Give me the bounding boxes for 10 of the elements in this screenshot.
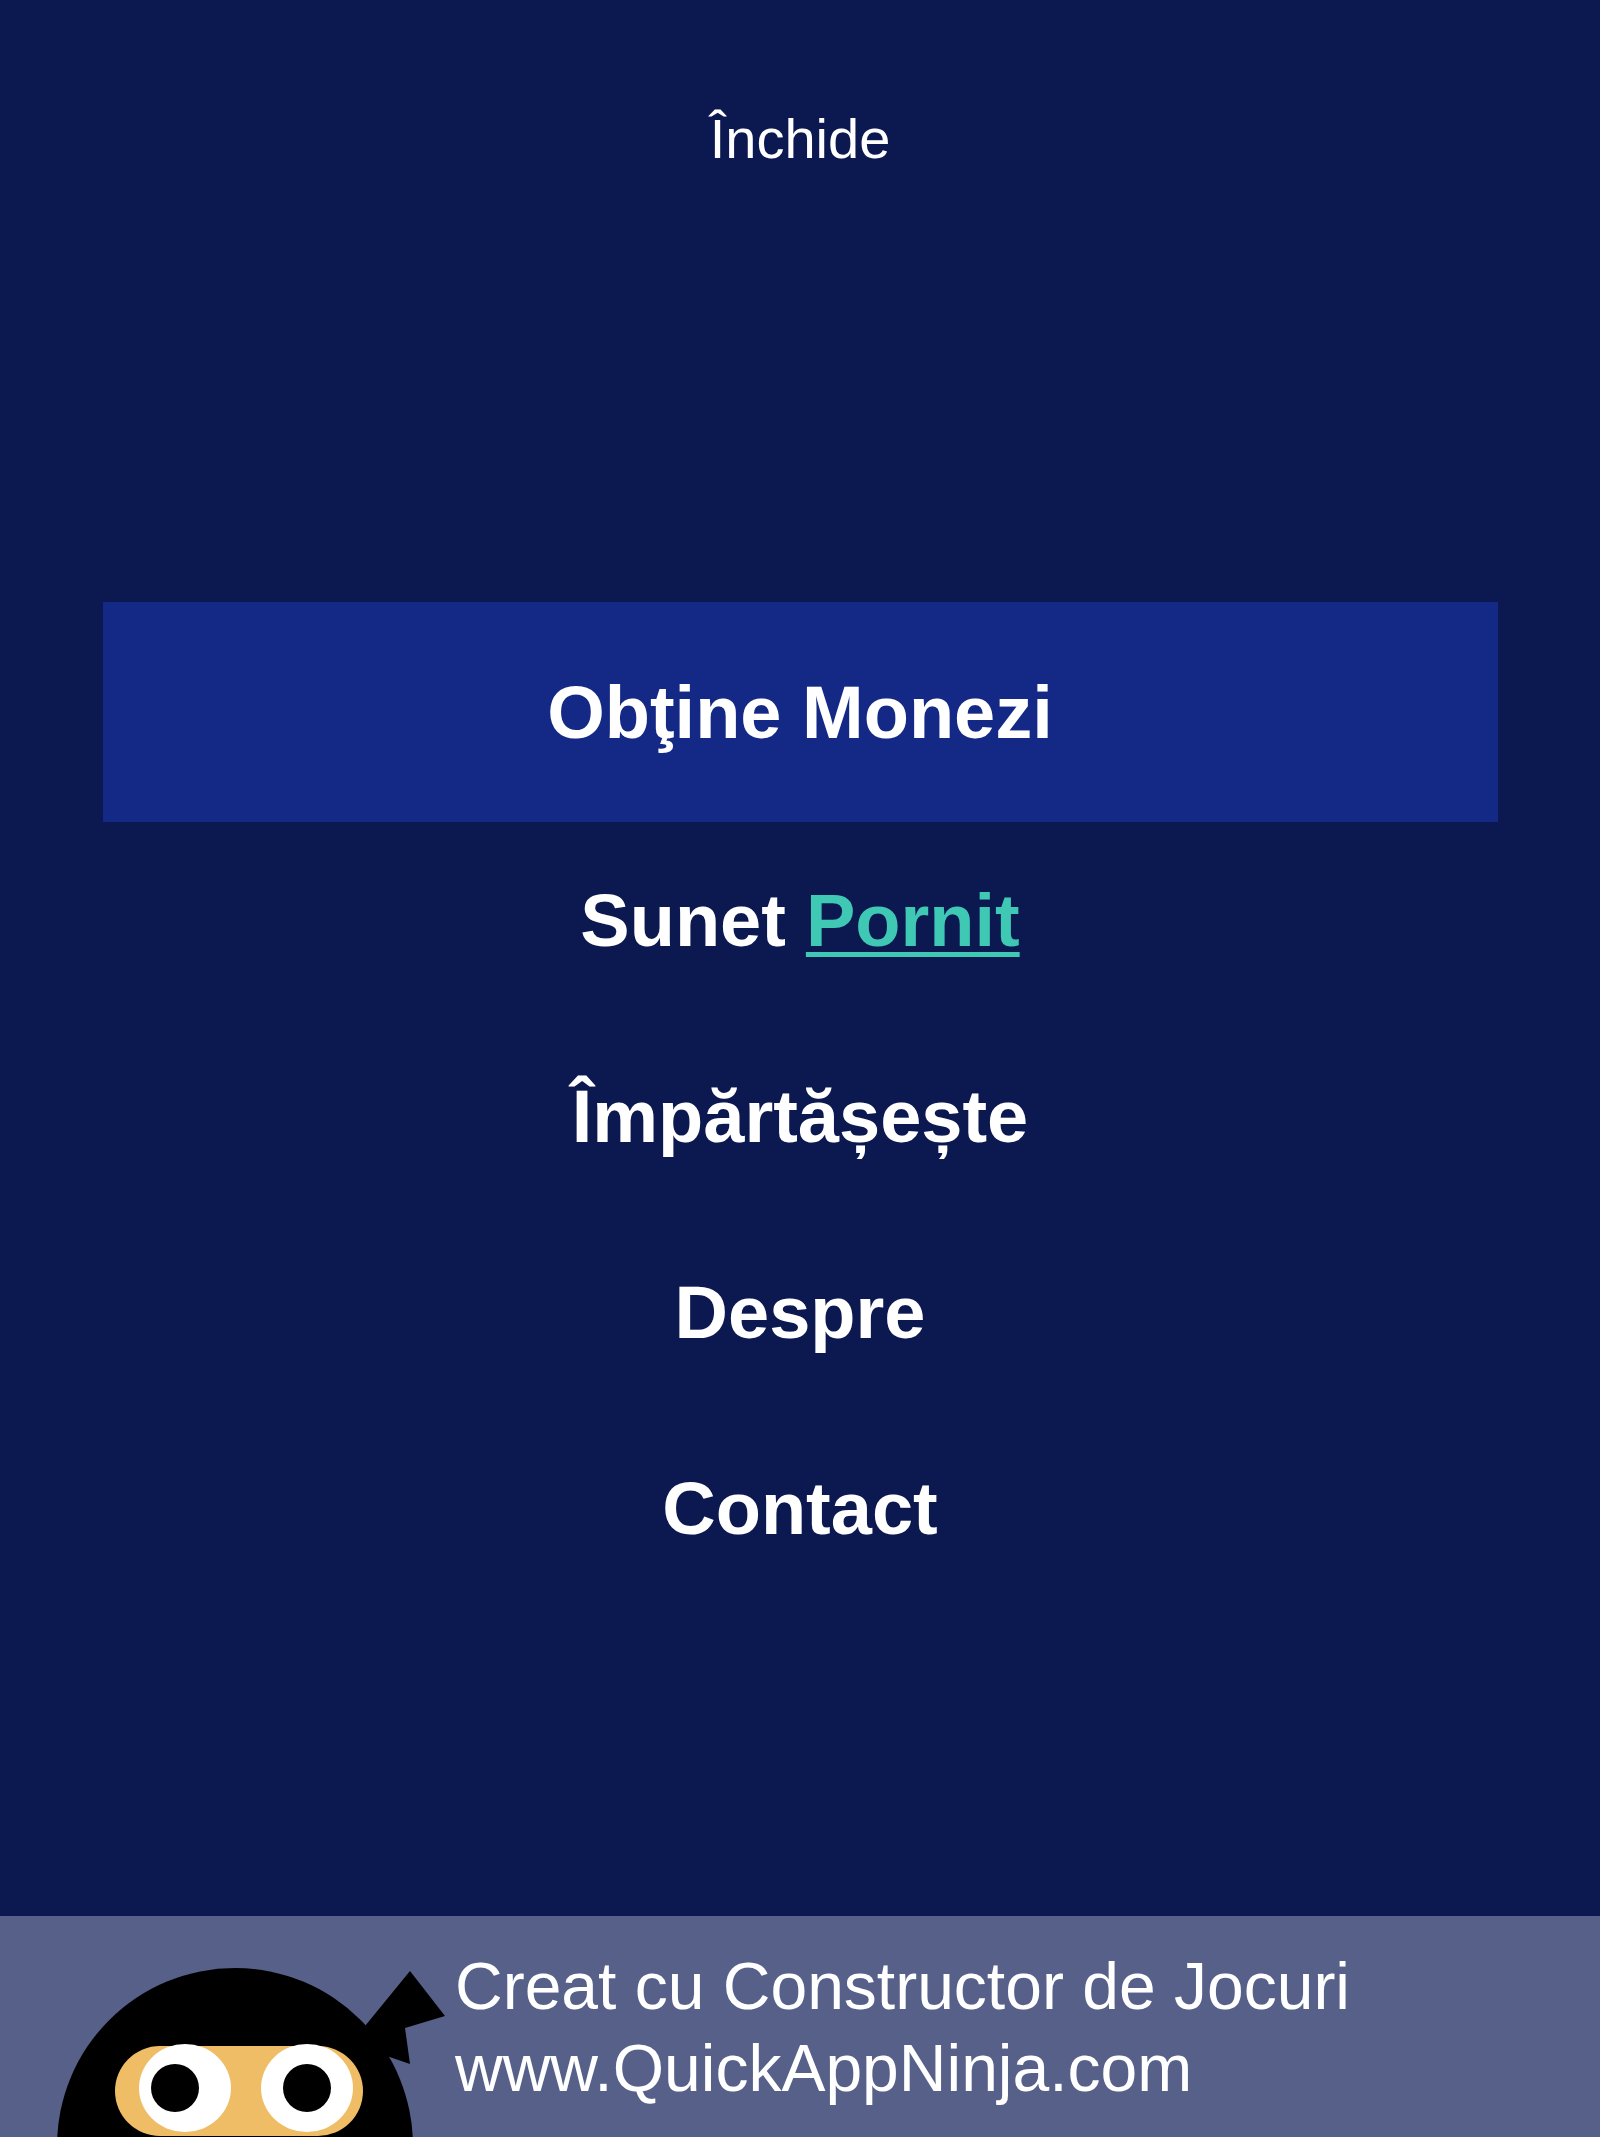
close-button[interactable]: Închide (701, 100, 899, 176)
menu-item[interactable]: Obţine Monezi (102, 602, 1498, 822)
banner-tagline: Creat cu Constructor de Jocuri (455, 1947, 1351, 2025)
menu-item[interactable]: Împărtășește (102, 1018, 1498, 1214)
menu-item[interactable]: Despre (102, 1214, 1498, 1410)
promo-banner[interactable]: Creat cu Constructor de Jocuri www.QuickAppNinja.com (0, 1916, 1600, 2137)
sound-label: Sunet (580, 877, 786, 963)
banner-url: www.QuickAppNinja.com (455, 2029, 1194, 2107)
menu-item[interactable]: Contact (102, 1410, 1498, 1606)
sound-toggle-link[interactable]: Pornit (805, 877, 1020, 963)
